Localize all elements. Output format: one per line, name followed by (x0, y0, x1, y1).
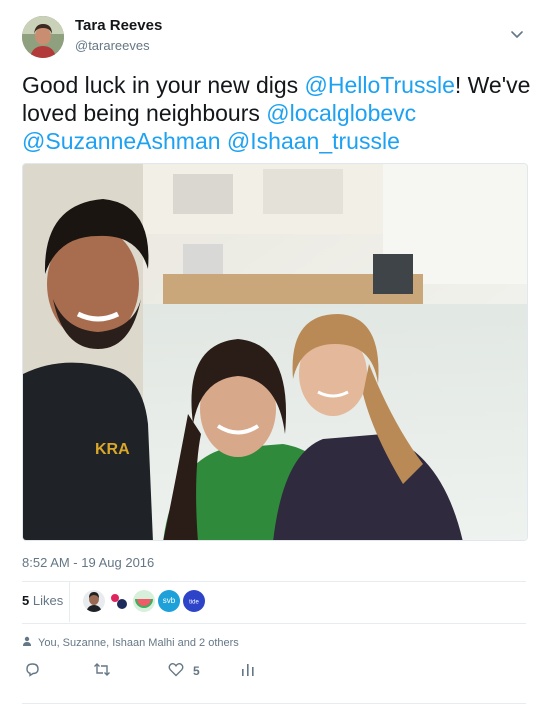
liker-label: svb (163, 596, 176, 605)
analytics-button[interactable] (241, 660, 264, 682)
tweet-text: Good luck in your new digs @HelloTrussle… (22, 71, 532, 155)
person-icon (22, 636, 32, 649)
divider (22, 703, 526, 704)
heart-icon (168, 662, 184, 680)
liker-avatar-dots[interactable] (108, 590, 130, 612)
mention-link[interactable]: @Ishaan_trussle (227, 128, 400, 154)
divider (22, 623, 526, 624)
svg-text:KRA: KRA (95, 441, 130, 458)
like-button[interactable]: 5 (168, 660, 200, 682)
mention-link[interactable]: @localglobevc (266, 100, 416, 126)
tweet-photo[interactable]: KRA (22, 163, 528, 541)
retweet-button[interactable] (93, 660, 120, 682)
mention-link[interactable]: @SuzanneAshman (22, 128, 221, 154)
mention-link[interactable]: @HelloTrussle (305, 72, 455, 98)
reply-button[interactable] (25, 660, 49, 682)
liked-by-text: You, Suzanne, Ishaan Malhi and 2 others (38, 636, 239, 649)
likers-avatars: svb tide (83, 590, 205, 614)
analytics-icon (241, 662, 255, 680)
likes-count[interactable]: 5 Likes (22, 593, 63, 608)
likes-count-value: 5 (22, 593, 30, 608)
liked-by-context[interactable]: You, Suzanne, Ishaan Malhi and 2 others (22, 636, 239, 649)
author-handle[interactable]: @tarareeves (75, 38, 150, 53)
tweet-text-segment: Good luck in your new digs (22, 72, 305, 98)
divider (69, 582, 70, 622)
tweet: Tara Reeves @tarareeves Good luck in you… (0, 0, 541, 707)
author-name[interactable]: Tara Reeves (75, 17, 162, 34)
retweet-icon (93, 662, 111, 680)
liker-avatar-tide[interactable]: tide (183, 590, 205, 612)
liker-avatar-person[interactable] (83, 590, 105, 612)
liker-label: tide (189, 600, 199, 606)
divider (22, 581, 526, 582)
reply-icon (25, 662, 40, 680)
chevron-down-icon[interactable] (510, 28, 524, 42)
tweet-timestamp[interactable]: 8:52 AM - 19 Aug 2016 (22, 555, 154, 570)
liker-avatar-svb[interactable]: svb (158, 590, 180, 612)
liker-avatar-watermelon[interactable] (133, 590, 155, 612)
like-count: 5 (193, 664, 200, 678)
likes-count-label: Likes (32, 593, 64, 608)
author-avatar[interactable] (22, 16, 64, 58)
